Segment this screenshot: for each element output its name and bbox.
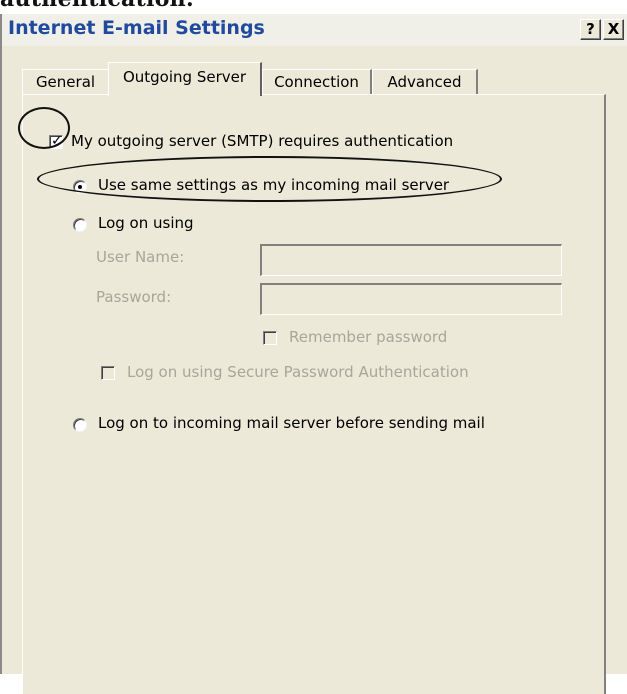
tab-connection[interactable]: Connection bbox=[262, 69, 372, 95]
log-on-using-label: Log on using bbox=[98, 214, 194, 232]
remember-password-label: Remember password bbox=[289, 328, 448, 346]
use-same-settings-radio[interactable] bbox=[73, 180, 87, 194]
user-name-label: User Name: bbox=[96, 248, 185, 266]
smtp-auth-label: My outgoing server (SMTP) requires authe… bbox=[71, 132, 454, 150]
checkmark-icon: ✓ bbox=[51, 133, 63, 149]
radio-selected-dot bbox=[78, 185, 82, 189]
smtp-auth-checkbox[interactable]: ✓ bbox=[49, 133, 63, 149]
outgoing-server-panel: ✓ My outgoing server (SMTP) requires aut… bbox=[22, 94, 606, 694]
help-button[interactable]: ? bbox=[580, 19, 601, 40]
spa-label: Log on using Secure Password Authenticat… bbox=[127, 363, 469, 381]
remember-password-checkbox[interactable] bbox=[263, 331, 277, 345]
password-field[interactable] bbox=[260, 283, 562, 315]
user-name-field[interactable] bbox=[260, 244, 562, 276]
use-same-settings-label: Use same settings as my incoming mail se… bbox=[98, 176, 450, 194]
log-on-using-radio[interactable] bbox=[73, 218, 87, 232]
tab-advanced[interactable]: Advanced bbox=[372, 69, 478, 95]
tab-general[interactable]: General bbox=[22, 69, 110, 95]
tab-outgoing-server[interactable]: Outgoing Server bbox=[108, 62, 262, 96]
title-bar[interactable]: Internet E-mail Settings ? X bbox=[2, 14, 627, 46]
internet-email-settings-dialog: Internet E-mail Settings ? X General Out… bbox=[0, 14, 627, 694]
password-label: Password: bbox=[96, 288, 172, 306]
log-on-incoming-label: Log on to incoming mail server before se… bbox=[98, 414, 485, 432]
dialog-title: Internet E-mail Settings bbox=[8, 17, 265, 39]
close-button[interactable]: X bbox=[603, 19, 624, 40]
spa-checkbox[interactable] bbox=[101, 366, 115, 380]
page-heading-fragment: authentication. bbox=[0, 0, 194, 12]
log-on-incoming-radio[interactable] bbox=[73, 418, 87, 432]
